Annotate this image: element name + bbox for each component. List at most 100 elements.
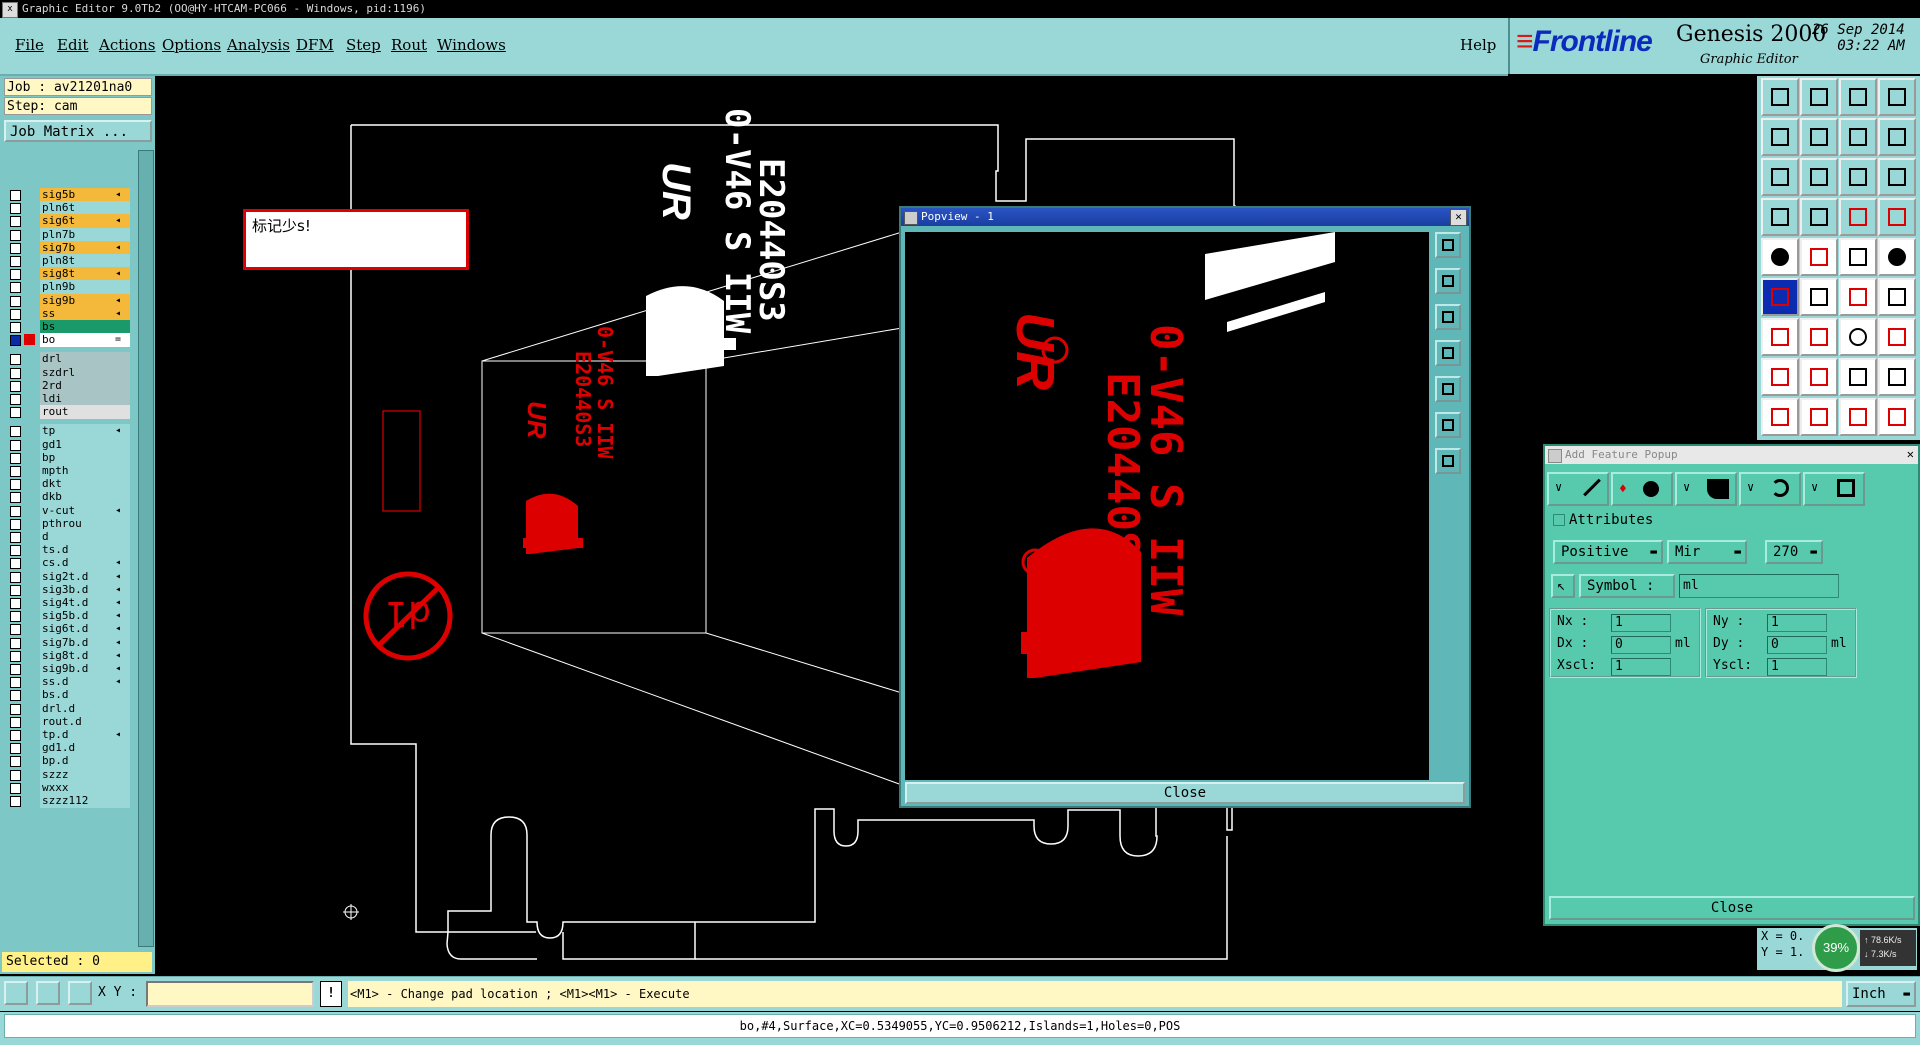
layer-row[interactable]: sig2t.d ◂ xyxy=(8,569,130,584)
text-a3-icon[interactable] xyxy=(1878,398,1916,436)
add-surface-icon[interactable] xyxy=(1800,238,1838,276)
attributes-checkbox[interactable] xyxy=(1553,514,1565,526)
yscl-input[interactable]: 1 xyxy=(1767,658,1827,676)
layer-row[interactable]: sig6t.d ◂ xyxy=(8,622,130,637)
save-step-icon[interactable] xyxy=(1800,78,1838,116)
text-a-icon[interactable] xyxy=(1800,398,1838,436)
layer-row[interactable]: ldi xyxy=(8,392,130,406)
layer-context-icon[interactable]: ◂ xyxy=(115,294,121,308)
layer-name[interactable]: wxxx xyxy=(40,780,130,795)
zoom-area-icon[interactable] xyxy=(1839,118,1877,156)
slash-icon[interactable] xyxy=(1800,318,1838,356)
layer-name[interactable]: bs.d xyxy=(40,688,130,703)
layer-checkbox[interactable] xyxy=(10,242,21,254)
layer-row[interactable]: ss.d ◂ xyxy=(8,675,130,690)
dy-input[interactable]: 0 xyxy=(1767,636,1827,654)
layer-name[interactable]: 2rd xyxy=(40,378,130,393)
layer-context-icon[interactable]: ◂ xyxy=(115,662,121,676)
layer-row[interactable]: ss ◂ xyxy=(8,306,130,321)
layer-row[interactable]: sig5b.d ◂ xyxy=(8,609,130,624)
layer-name[interactable]: dkt xyxy=(40,477,130,492)
add-pad-icon[interactable] xyxy=(1761,238,1799,276)
layer-name[interactable]: pln6t xyxy=(40,201,130,216)
layer-checkbox[interactable] xyxy=(10,282,21,294)
popview-close-button[interactable]: Close xyxy=(905,782,1465,804)
dx-input[interactable]: 0 xyxy=(1611,636,1671,654)
grid-mode-icon[interactable] xyxy=(68,981,92,1005)
layer-row[interactable]: 2rd xyxy=(8,378,130,393)
layer-checkbox[interactable] xyxy=(10,743,21,755)
snap-icon[interactable] xyxy=(1878,118,1916,156)
menu-edit[interactable]: Edit xyxy=(57,36,88,54)
layer-checkbox[interactable] xyxy=(10,229,21,241)
layer-context-icon[interactable]: ◂ xyxy=(115,214,121,228)
open-step-icon[interactable] xyxy=(1761,78,1799,116)
layer-checkbox[interactable] xyxy=(10,335,21,347)
layer-checkbox[interactable] xyxy=(10,466,21,477)
menu-actions[interactable]: Actions xyxy=(99,36,155,54)
layer-name[interactable]: rout xyxy=(40,405,130,420)
add-feature-close-icon[interactable]: ✕ xyxy=(1907,447,1914,461)
mirror-icon[interactable] xyxy=(1878,318,1916,356)
layer-context-icon[interactable]: ◂ xyxy=(115,728,121,742)
layer-name[interactable]: pthrou xyxy=(40,516,130,531)
layer-name[interactable]: ts.d xyxy=(40,543,130,558)
layer-checkbox[interactable] xyxy=(10,545,21,557)
layer-row[interactable]: sig5b ◂ xyxy=(8,188,130,202)
move-icon[interactable] xyxy=(1761,358,1799,396)
layer-checkbox[interactable] xyxy=(10,407,21,419)
layer-checkbox[interactable] xyxy=(10,380,21,392)
layer-row[interactable]: sig8t.d ◂ xyxy=(8,648,130,663)
layer-row[interactable]: drl.d xyxy=(8,701,130,716)
pan-icon[interactable] xyxy=(1800,158,1838,196)
nx-input[interactable]: 1 xyxy=(1611,614,1671,632)
layer-row[interactable]: szzz xyxy=(8,767,130,782)
layer-checkbox[interactable] xyxy=(10,769,21,781)
menu-analysis[interactable]: Analysis xyxy=(227,36,290,54)
grid-icon[interactable] xyxy=(1800,198,1838,236)
text-tool-button[interactable]: ∨ xyxy=(1803,472,1865,506)
scale-1-2-icon[interactable] xyxy=(1839,158,1877,196)
zoom-fit-icon[interactable] xyxy=(1761,158,1799,196)
zoom-back-icon[interactable] xyxy=(1761,118,1799,156)
layer-row[interactable]: rout xyxy=(8,405,130,420)
pad-tool-button[interactable]: ♦ xyxy=(1611,472,1673,506)
unit-select[interactable]: Inch ▬ xyxy=(1846,981,1916,1007)
layer-context-icon[interactable]: ◂ xyxy=(115,583,121,597)
layer-name[interactable]: pln8t xyxy=(40,254,130,268)
layer-context-icon[interactable]: ◂ xyxy=(115,622,121,636)
layer-row[interactable]: pln8t xyxy=(8,254,130,268)
job-matrix-button[interactable]: Job Matrix ... xyxy=(4,120,152,142)
popview-zoom-fit-icon[interactable] xyxy=(1435,232,1461,258)
layer-checkbox[interactable] xyxy=(10,439,21,451)
xy-input[interactable] xyxy=(146,981,314,1007)
layer-context-icon[interactable]: ◂ xyxy=(115,267,121,281)
layer-row[interactable]: rout.d xyxy=(8,714,130,729)
layer-checkbox[interactable] xyxy=(10,677,21,689)
cross-icon[interactable] xyxy=(1800,278,1838,316)
layer-context-icon[interactable]: ◂ xyxy=(115,596,121,610)
layer-scrollbar[interactable] xyxy=(138,150,154,947)
layer-context-icon[interactable]: ◂ xyxy=(115,504,121,518)
connect-icon[interactable] xyxy=(1878,278,1916,316)
layer-checkbox[interactable] xyxy=(10,492,21,504)
layer-checkbox[interactable] xyxy=(10,703,21,715)
layer-row[interactable]: sig8t ◂ xyxy=(8,267,130,282)
layer-name[interactable]: gd1 xyxy=(40,437,130,452)
layer-checkbox[interactable] xyxy=(10,452,21,464)
network-percent-badge[interactable]: 39% xyxy=(1812,924,1860,972)
layer-checkbox[interactable] xyxy=(10,367,21,379)
layer-name[interactable]: szzz112 xyxy=(40,794,130,808)
popview-fit-icon[interactable] xyxy=(1435,448,1461,474)
layer-checkbox[interactable] xyxy=(10,730,21,741)
layer-row[interactable]: ts.d xyxy=(8,543,130,558)
layer-row[interactable]: sig4t.d ◂ xyxy=(8,596,130,610)
layer-checkbox[interactable] xyxy=(10,532,21,543)
layer-name[interactable]: pln9b xyxy=(40,280,130,295)
symbol-label-button[interactable]: Symbol : xyxy=(1579,574,1675,598)
xscl-input[interactable]: 1 xyxy=(1611,658,1671,676)
angle-select[interactable]: 270 ▬ xyxy=(1765,540,1823,564)
layer-row[interactable]: szzz112 xyxy=(8,794,130,808)
layer-checkbox[interactable] xyxy=(10,354,21,366)
layer-context-icon[interactable]: ◂ xyxy=(115,307,121,321)
